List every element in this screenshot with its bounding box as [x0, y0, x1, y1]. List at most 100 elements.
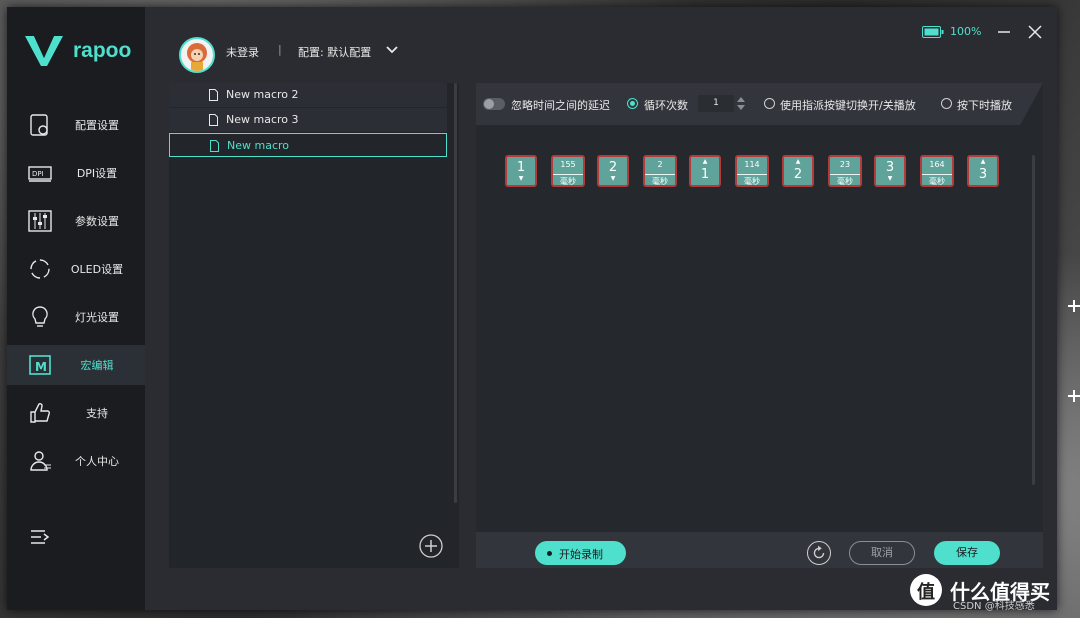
file-icon	[209, 114, 218, 126]
key-event-up[interactable]: 1 ▲	[689, 155, 721, 187]
watermark-credit: CSDN @科技感悉	[953, 601, 1035, 612]
ignore-delay-toggle[interactable]	[483, 98, 505, 110]
loop-count-input[interactable]: 1	[698, 95, 734, 112]
thumbs-up-icon	[30, 403, 51, 423]
key-up-arrow-icon: ▲	[702, 158, 708, 165]
user-profile-icon	[30, 451, 51, 471]
login-status[interactable]: 未登录	[226, 44, 259, 60]
loop-mode-radio[interactable]	[627, 98, 638, 109]
delay-value: 155	[560, 160, 576, 169]
rapoo-logo: rapoo	[25, 33, 135, 69]
delay-unit: 毫秒	[830, 174, 860, 187]
hold-mode-label: 按下时播放	[957, 99, 1012, 112]
sidebar-item-label: DPI设置	[76, 167, 118, 180]
delay-unit: 毫秒	[645, 174, 675, 187]
dpi-icon: DPI	[28, 166, 52, 182]
macro-list-panel: New macro 2 New macro 3 New macro	[169, 83, 459, 568]
macro-list-item[interactable]: New macro	[169, 133, 447, 157]
edge-plus-icon	[1068, 300, 1080, 312]
delay-unit: 毫秒	[737, 174, 767, 187]
sidebar-item-4[interactable]: 灯光设置	[7, 297, 145, 337]
ignore-delay-label: 忽略时间之间的延迟	[511, 99, 610, 112]
add-macro-button[interactable]	[419, 534, 443, 558]
record-dot-icon	[547, 551, 552, 556]
key-label: 1	[700, 167, 710, 182]
delay-event[interactable]: 2 毫秒	[643, 155, 677, 187]
svg-text:M: M	[35, 360, 47, 374]
header-separator: |	[278, 43, 282, 56]
key-event-up[interactable]: 3 ▲	[967, 155, 999, 187]
sidebar-item-2[interactable]: 参数设置	[7, 201, 145, 241]
key-down-arrow-icon: ▼	[518, 175, 524, 182]
sidebar-item-6[interactable]: 支持	[7, 393, 145, 433]
key-event-down[interactable]: 2 ▼	[597, 155, 629, 187]
delay-unit: 毫秒	[553, 174, 583, 187]
sidebar-item-0[interactable]: 配置设置	[7, 105, 145, 145]
toggle-mode-radio[interactable]	[764, 98, 775, 109]
delay-event[interactable]: 164 毫秒	[920, 155, 954, 187]
delay-event[interactable]: 155 毫秒	[551, 155, 585, 187]
key-up-arrow-icon: ▲	[795, 158, 801, 165]
key-down-arrow-icon: ▼	[887, 175, 893, 182]
key-label: 2	[608, 160, 618, 175]
sidebar-item-label: 支持	[86, 407, 108, 420]
macro-list-item[interactable]: New macro 2	[169, 83, 447, 107]
file-icon	[209, 89, 218, 101]
reset-icon[interactable]	[807, 541, 831, 565]
editor-scrollbar[interactable]	[1032, 155, 1035, 485]
delay-unit: 毫秒	[922, 174, 952, 187]
chevron-down-icon[interactable]	[385, 45, 399, 55]
list-scrollbar[interactable]	[454, 83, 457, 503]
battery-icon	[922, 26, 944, 38]
brand-name: rapoo	[73, 39, 132, 62]
sidebar-item-7[interactable]: 个人中心	[7, 441, 145, 481]
sidebar: rapoo 配置设置 DPI DPI设置参数设置 OLED设置 灯光设置 M 宏编辑支持个人…	[7, 7, 145, 610]
profile-selector[interactable]: 配置: 默认配置	[298, 44, 371, 60]
config-settings-icon	[30, 114, 48, 136]
cancel-button[interactable]: 取消	[849, 541, 915, 565]
macro-name: New macro 2	[226, 88, 299, 101]
toggle-mode-label: 使用指派按键切换开/关播放	[780, 99, 916, 112]
macro-editor: 忽略时间之间的延迟 循环次数 1 使用指派按键切换开/关播放 按下时播放 1 ▼ 1…	[476, 83, 1043, 568]
file-icon	[210, 140, 219, 152]
hold-mode-radio[interactable]	[941, 98, 952, 109]
key-event-down[interactable]: 3 ▼	[874, 155, 906, 187]
key-label: 1	[516, 160, 526, 175]
oled-icon	[30, 259, 50, 279]
delay-value: 2	[657, 160, 663, 169]
sidebar-item-label: 灯光设置	[75, 311, 119, 324]
close-icon[interactable]	[1026, 23, 1044, 41]
key-event-down[interactable]: 1 ▼	[505, 155, 537, 187]
sidebar-item-5[interactable]: M 宏编辑	[7, 345, 145, 385]
delay-value: 114	[744, 160, 760, 169]
save-button[interactable]: 保存	[934, 541, 1000, 565]
loop-count-stepper[interactable]	[736, 95, 746, 112]
minimize-icon[interactable]	[995, 23, 1013, 41]
sidebar-item-1[interactable]: DPI DPI设置	[7, 153, 145, 193]
key-event-up[interactable]: 2 ▲	[782, 155, 814, 187]
avatar[interactable]	[179, 37, 215, 73]
delay-event[interactable]: 114 毫秒	[735, 155, 769, 187]
sidebar-item-label: 配置设置	[75, 119, 119, 132]
delay-event[interactable]: 23 毫秒	[828, 155, 862, 187]
macro-list-item[interactable]: New macro 3	[169, 108, 447, 132]
start-record-button[interactable]: 开始录制	[535, 541, 626, 565]
avatar-icon	[187, 43, 207, 71]
watermark-logo-text: 值	[917, 582, 935, 603]
sidebar-item-label: OLED设置	[70, 263, 124, 276]
svg-text:DPI: DPI	[32, 170, 44, 178]
key-up-arrow-icon: ▲	[980, 158, 986, 165]
delay-value: 23	[839, 160, 851, 169]
sidebar-item-label: 参数设置	[75, 215, 119, 228]
edge-plus-icon	[1068, 390, 1080, 402]
editor-footer: 开始录制 取消 保存	[476, 532, 1043, 568]
battery-level: 100%	[950, 25, 982, 38]
watermark-logo: 值	[910, 574, 942, 606]
macro-name: New macro 3	[226, 113, 299, 126]
sidebar-item-label: 宏编辑	[80, 359, 114, 372]
delay-value: 164	[929, 160, 945, 169]
sidebar-item-3[interactable]: OLED设置	[7, 249, 145, 289]
collapse-menu-icon[interactable]	[29, 527, 51, 549]
key-down-arrow-icon: ▼	[610, 175, 616, 182]
macro-icon: M	[29, 355, 51, 375]
